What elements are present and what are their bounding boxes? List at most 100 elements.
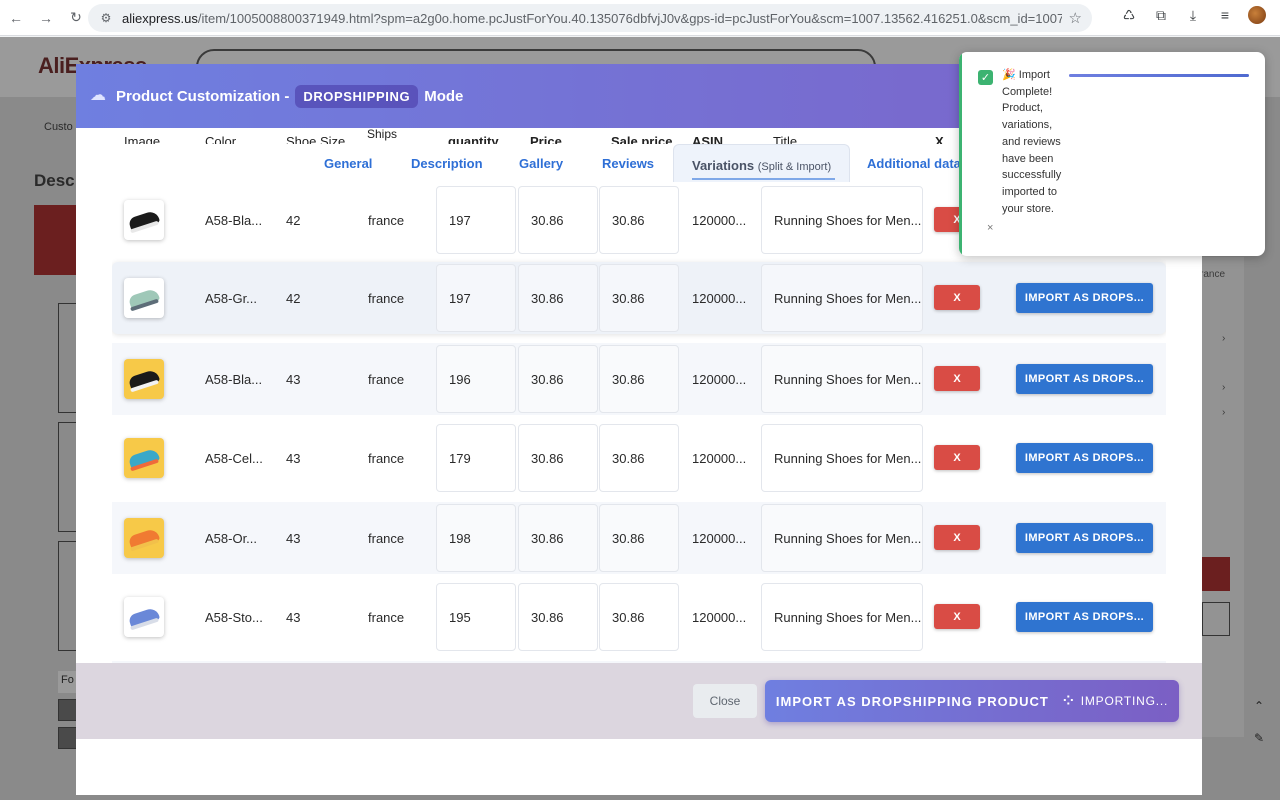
cell-ships: france [368, 609, 405, 625]
cell-asin: 120000... [692, 212, 747, 228]
thumbnail-frame [58, 422, 78, 532]
product-thumbnail[interactable] [124, 200, 164, 240]
url-text[interactable]: aliexpress.us/item/1005008800371949.html… [122, 11, 1062, 26]
quantity-input[interactable]: 197 [436, 186, 516, 254]
download-icon[interactable]: ⤓ [1184, 6, 1202, 24]
price-input[interactable]: 30.86 [518, 264, 598, 332]
title-input[interactable]: Running Shoes for Men... [761, 186, 923, 254]
modal-title-suffix: Mode [424, 87, 464, 105]
table-row: A58-Sto... 43 france 195 30.86 30.86 120… [112, 581, 1166, 653]
product-thumbnail[interactable] [124, 597, 164, 637]
url-path: /item/1005008800371949.html?spm=a2g0o.ho… [197, 10, 1062, 26]
quantity-input[interactable]: 198 [436, 504, 516, 572]
product-thumbnail[interactable] [124, 278, 164, 318]
import-variation-button[interactable]: IMPORT AS DROPS... [1016, 364, 1153, 394]
import-variation-button[interactable]: IMPORT AS DROPS... [1016, 523, 1153, 553]
tab-reviews[interactable]: Reviews [602, 156, 654, 171]
product-thumbnail[interactable] [124, 359, 164, 399]
sale-price-input[interactable]: 30.86 [599, 424, 679, 492]
remove-variation-button[interactable]: X [934, 525, 980, 550]
cell-asin: 120000... [692, 450, 747, 466]
price-input[interactable]: 30.86 [518, 504, 598, 572]
cell-color: A58-Cel... [205, 450, 263, 466]
sale-price-input[interactable]: 30.86 [599, 264, 679, 332]
quantity-input[interactable]: 195 [436, 583, 516, 651]
sale-price-input[interactable]: 30.86 [599, 345, 679, 413]
url-host: aliexpress.us [122, 10, 198, 26]
profile-avatar[interactable] [1248, 6, 1266, 24]
sale-price-input[interactable]: 30.86 [599, 504, 679, 572]
puzzle-extension-icon[interactable]: ⧉ [1152, 6, 1170, 24]
toast-close-button[interactable]: × [987, 222, 993, 234]
import-variation-button[interactable]: IMPORT AS DROPS... [1016, 443, 1153, 473]
import-complete-toast: ✓ 🎉 Import Complete! Product, variations… [959, 52, 1265, 256]
product-thumbnail[interactable] [124, 518, 164, 558]
back-arrow-icon[interactable]: ← [4, 6, 28, 30]
cloud-icon: ☁ [90, 87, 106, 104]
tab-general[interactable]: General [324, 156, 372, 171]
import-variation-button[interactable]: IMPORT AS DROPS... [1016, 283, 1153, 313]
thumbnail-frame [58, 303, 78, 413]
toast-message: 🎉 Import Complete! Product, variations, … [1002, 67, 1072, 217]
quantity-input[interactable]: 179 [436, 424, 516, 492]
price-input[interactable]: 30.86 [518, 345, 598, 413]
cell-size: 43 [286, 450, 301, 466]
quantity-input[interactable]: 197 [436, 264, 516, 332]
tab-gallery[interactable]: Gallery [519, 156, 563, 171]
product-thumbnail[interactable] [124, 438, 164, 478]
title-input[interactable]: Running Shoes for Men... [761, 424, 923, 492]
customer-link: Custo [44, 121, 73, 133]
party-emoji: 🎉 [1002, 69, 1016, 81]
media-queue-icon[interactable]: ≡ [1216, 6, 1234, 24]
dark-cell [58, 699, 78, 721]
variations-table: A58-Bla... 42 france 197 30.86 30.86 120… [112, 184, 1166, 664]
add-to-cart-button-bg [1202, 602, 1230, 636]
site-settings-icon[interactable]: ⚙ [98, 10, 114, 26]
star-icon[interactable]: ☆ [1069, 9, 1082, 27]
tab-variations-sub: (Split & Import) [757, 161, 832, 173]
address-bar[interactable]: ⚙ aliexpress.us/item/1005008800371949.ht… [88, 4, 1092, 32]
toast-progress-fill [1069, 74, 1249, 77]
import-dropshipping-product-button[interactable]: IMPORT AS DROPSHIPPING PRODUCT ⁘ IMPORTI… [765, 680, 1179, 722]
description-heading: Desc [34, 171, 75, 190]
tab-description[interactable]: Description [411, 156, 483, 171]
quantity-input[interactable]: 196 [436, 345, 516, 413]
remove-variation-button[interactable]: X [934, 445, 980, 470]
price-input[interactable]: 30.86 [518, 583, 598, 651]
modal-title-prefix: Product Customization - [116, 87, 290, 105]
modal-tabs: General Description Gallery Reviews Vari… [90, 144, 970, 184]
cell-color: A58-Bla... [205, 371, 263, 387]
remove-variation-button[interactable]: X [934, 285, 980, 310]
cell-ships: france [368, 212, 405, 228]
title-input[interactable]: Running Shoes for Men... [761, 264, 923, 332]
chevron-right-icon: › [1222, 333, 1226, 344]
table-row: A58-Gr... 42 france 197 30.86 30.86 1200… [112, 262, 1166, 334]
footer-label: Fo [58, 671, 78, 693]
importing-status: IMPORTING... [1080, 694, 1169, 708]
mode-badge: DROPSHIPPING [295, 84, 419, 108]
browser-toolbar: ← → ↻ ⚙ aliexpress.us/item/1005008800371… [0, 0, 1280, 36]
import-variation-button[interactable]: IMPORT AS DROPS... [1016, 602, 1153, 632]
recycle-extension-icon[interactable]: ♺ [1120, 6, 1138, 24]
cell-ships: france [368, 450, 405, 466]
reload-icon[interactable]: ↻ [64, 6, 88, 30]
title-input[interactable]: Running Shoes for Men... [761, 583, 923, 651]
title-input[interactable]: Running Shoes for Men... [761, 504, 923, 572]
sale-price-input[interactable]: 30.86 [599, 186, 679, 254]
sale-price-input[interactable]: 30.86 [599, 583, 679, 651]
pen-icon: ✎ [1254, 731, 1265, 745]
price-input[interactable]: 30.86 [518, 186, 598, 254]
dark-cell [58, 727, 78, 749]
title-input[interactable]: Running Shoes for Men... [761, 345, 923, 413]
tab-additional-data[interactable]: Additional data [867, 156, 961, 171]
cell-size: 42 [286, 290, 301, 306]
cell-asin: 120000... [692, 371, 747, 387]
price-input[interactable]: 30.86 [518, 424, 598, 492]
remove-variation-button[interactable]: X [934, 366, 980, 391]
ships-to-label: rance [1200, 269, 1226, 280]
close-button[interactable]: Close [693, 684, 757, 718]
remove-variation-button[interactable]: X [934, 604, 980, 629]
forward-arrow-icon[interactable]: → [34, 6, 58, 30]
tab-variations[interactable]: Variations (Split & Import) [673, 144, 851, 182]
cell-asin: 120000... [692, 530, 747, 546]
